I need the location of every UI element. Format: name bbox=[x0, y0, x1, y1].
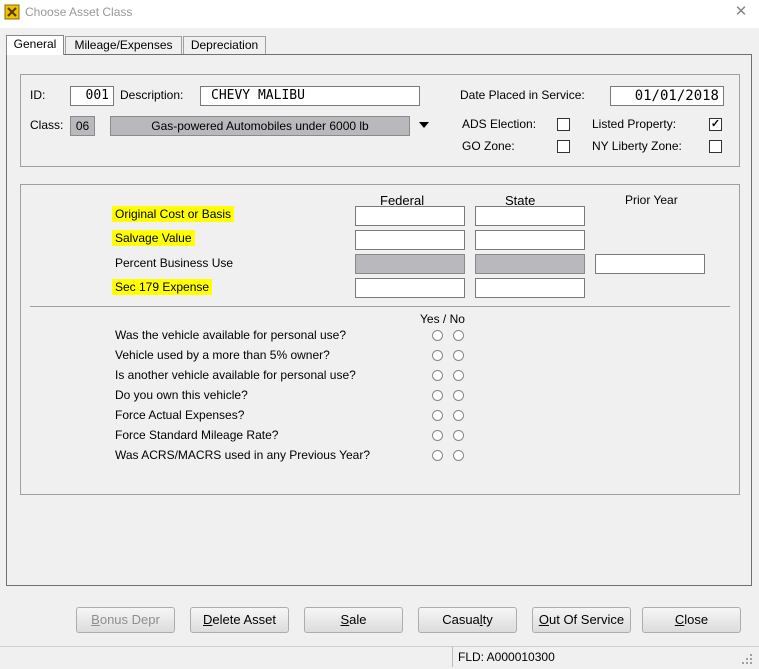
q3-yes-radio[interactable] bbox=[432, 370, 443, 381]
sale-button[interactable]: Sale bbox=[304, 607, 403, 633]
original-cost-state-input[interactable] bbox=[475, 206, 585, 226]
percent-business-use-label: Percent Business Use bbox=[115, 256, 234, 270]
original-cost-federal-input[interactable] bbox=[355, 206, 465, 226]
class-select[interactable]: Gas-powered Automobiles under 6000 lb bbox=[110, 116, 410, 136]
go-zone-label: GO Zone: bbox=[462, 139, 515, 153]
casualty-button[interactable]: Casualty bbox=[418, 607, 517, 633]
q7-yes-radio[interactable] bbox=[432, 450, 443, 461]
bonus-depr-post: onus Depr bbox=[99, 612, 160, 627]
percent-business-use-federal-input bbox=[355, 254, 465, 274]
out-of-service-accel: O bbox=[538, 612, 549, 627]
close-accel: C bbox=[674, 612, 685, 627]
question-label: Was the vehicle available for personal u… bbox=[115, 328, 347, 342]
tab-depreciation[interactable]: Depreciation bbox=[183, 36, 266, 54]
id-label: ID: bbox=[30, 88, 46, 102]
prior-year-column-header: Prior Year bbox=[625, 193, 678, 207]
id-input[interactable]: 001 bbox=[70, 86, 114, 106]
divider bbox=[30, 306, 730, 307]
class-code: 06 bbox=[70, 116, 95, 136]
out-of-service-post: ut Of Service bbox=[548, 612, 625, 627]
salvage-value-label-text: Salvage Value bbox=[112, 230, 195, 246]
q2-no-radio[interactable] bbox=[453, 350, 464, 361]
close-button[interactable]: Close bbox=[642, 607, 741, 633]
q1-yes-radio[interactable] bbox=[432, 330, 443, 341]
percent-business-use-prior-input[interactable] bbox=[595, 254, 705, 274]
chevron-down-icon[interactable] bbox=[418, 121, 430, 129]
question-label: Do you own this vehicle? bbox=[115, 388, 248, 402]
sale-accel: S bbox=[340, 612, 350, 627]
casualty-pre: Casua bbox=[442, 612, 480, 627]
status-bar bbox=[0, 646, 759, 669]
yes-no-header: Yes / No bbox=[420, 312, 465, 326]
go-zone-checkbox[interactable] bbox=[557, 140, 570, 153]
status-field-code: FLD: A000010300 bbox=[458, 650, 555, 664]
resize-grip-icon[interactable] bbox=[740, 652, 754, 666]
sec-179-expense-label: Sec 179 Expense bbox=[112, 279, 213, 295]
salvage-value-state-input[interactable] bbox=[475, 230, 585, 250]
sec-179-state-input[interactable] bbox=[475, 278, 585, 298]
date-placed-label: Date Placed in Service: bbox=[460, 88, 585, 102]
sale-post: ale bbox=[349, 612, 367, 627]
tab-general[interactable]: General bbox=[6, 35, 64, 55]
q6-yes-radio[interactable] bbox=[432, 430, 443, 441]
original-cost-label-text: Original Cost or Basis bbox=[112, 206, 235, 222]
app-icon bbox=[4, 4, 20, 20]
salvage-value-federal-input[interactable] bbox=[355, 230, 465, 250]
title-bar: Choose Asset Class ✕ bbox=[0, 0, 759, 28]
delete-asset-post: elete Asset bbox=[212, 612, 276, 627]
q4-no-radio[interactable] bbox=[453, 390, 464, 401]
ads-election-checkbox[interactable] bbox=[557, 118, 570, 131]
description-label: Description: bbox=[120, 88, 184, 102]
q5-yes-radio[interactable] bbox=[432, 410, 443, 421]
q2-yes-radio[interactable] bbox=[432, 350, 443, 361]
class-label: Class: bbox=[30, 118, 64, 132]
q4-yes-radio[interactable] bbox=[432, 390, 443, 401]
q7-no-radio[interactable] bbox=[453, 450, 464, 461]
bonus-depr-accel: B bbox=[91, 612, 100, 627]
question-label: Force Standard Mileage Rate? bbox=[115, 428, 279, 442]
description-input[interactable]: CHEVY MALIBU bbox=[200, 86, 420, 106]
question-label: Vehicle used by a more than 5% owner? bbox=[115, 348, 330, 362]
ny-liberty-zone-checkbox[interactable] bbox=[709, 140, 722, 153]
question-label: Is another vehicle available for persona… bbox=[115, 368, 356, 382]
out-of-service-button[interactable]: Out Of Service bbox=[532, 607, 631, 633]
status-divider bbox=[452, 647, 453, 667]
close-post: lose bbox=[684, 612, 709, 627]
casualty-post: ty bbox=[482, 612, 493, 627]
sec-179-expense-label-text: Sec 179 Expense bbox=[112, 279, 213, 295]
salvage-value-label: Salvage Value bbox=[112, 230, 195, 246]
ny-liberty-zone-label: NY Liberty Zone: bbox=[592, 139, 682, 153]
q6-no-radio[interactable] bbox=[453, 430, 464, 441]
bonus-depr-button[interactable]: Bonus Depr bbox=[76, 607, 175, 633]
resize-grip-graphic bbox=[742, 654, 752, 664]
sec-179-federal-input[interactable] bbox=[355, 278, 465, 298]
date-placed-input[interactable]: 01/01/2018 bbox=[610, 86, 724, 106]
delete-asset-accel: D bbox=[203, 612, 213, 627]
q3-no-radio[interactable] bbox=[453, 370, 464, 381]
original-cost-label: Original Cost or Basis bbox=[112, 206, 235, 222]
ads-election-label: ADS Election: bbox=[462, 117, 537, 131]
question-label: Force Actual Expenses? bbox=[115, 408, 245, 422]
q1-no-radio[interactable] bbox=[453, 330, 464, 341]
percent-business-use-state-input bbox=[475, 254, 585, 274]
q5-no-radio[interactable] bbox=[453, 410, 464, 421]
close-window-icon[interactable]: ✕ bbox=[728, 2, 754, 24]
question-label: Was ACRS/MACRS used in any Previous Year… bbox=[115, 448, 371, 462]
listed-property-checkbox[interactable]: ✓ bbox=[709, 118, 722, 131]
listed-property-label: Listed Property: bbox=[592, 117, 677, 131]
tab-mileage-expenses[interactable]: Mileage/Expenses bbox=[65, 36, 182, 54]
window-title: Choose Asset Class bbox=[25, 5, 133, 19]
delete-asset-button[interactable]: Delete Asset bbox=[190, 607, 289, 633]
